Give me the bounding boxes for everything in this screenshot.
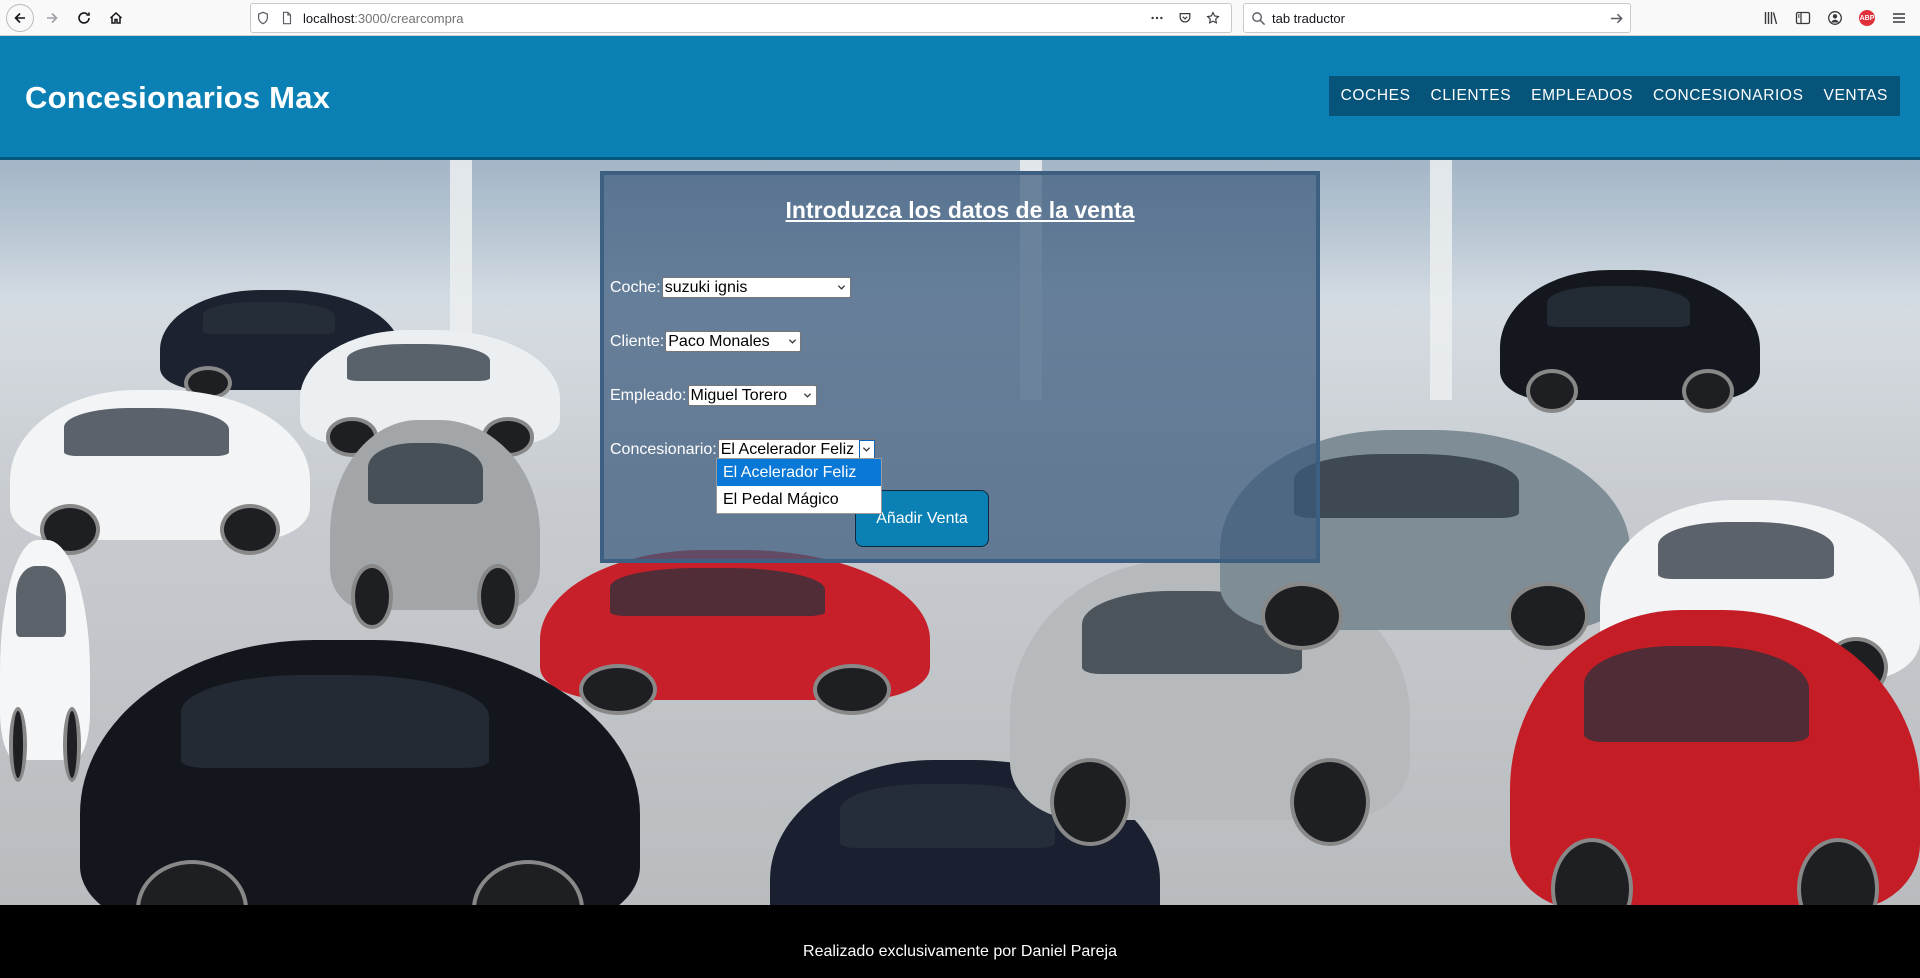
search-input[interactable]: tab traductor: [1272, 11, 1602, 26]
coche-row: Coche: suzuki ignis: [610, 277, 851, 298]
search-icon: [1244, 4, 1272, 32]
chevron-down-icon: [784, 332, 800, 351]
reload-button[interactable]: [70, 4, 98, 32]
footer-text: Realizado exclusivamente por Daniel Pare…: [803, 943, 1117, 960]
concesionario-select-value: El Acelerador Feliz: [720, 440, 855, 458]
form-title: Introduzca los datos de la venta: [785, 197, 1135, 223]
nav-item-ventas[interactable]: VENTAS: [1814, 76, 1898, 116]
url-bar[interactable]: localhost:3000/crearcompra: [250, 3, 1232, 33]
empleado-label: Empleado:: [610, 386, 687, 404]
coche-label: Coche:: [610, 278, 661, 296]
page-icon: [275, 6, 299, 30]
search-go-icon[interactable]: [1602, 4, 1630, 32]
arrow-left-icon: [14, 12, 25, 24]
reload-icon: [78, 12, 90, 24]
url-text[interactable]: localhost:3000/crearcompra: [303, 11, 1145, 26]
adblock-plus-icon[interactable]: ABP: [1854, 5, 1880, 31]
cliente-label: Cliente:: [610, 332, 665, 350]
chevron-down-icon: [800, 386, 816, 405]
site-title[interactable]: Concesionarios Max: [25, 80, 330, 116]
menu-icon[interactable]: [1886, 5, 1912, 31]
site-footer: Realizado exclusivamente por Daniel Pare…: [0, 905, 1920, 978]
home-button[interactable]: [102, 4, 130, 32]
cliente-row: Cliente: Paco Monales: [610, 331, 802, 352]
url-path: :3000/crearcompra: [354, 10, 464, 26]
concesionario-select[interactable]: El Acelerador Feliz: [717, 439, 876, 460]
concesionario-dropdown-list: El Acelerador Feliz El Pedal Mágico: [716, 458, 882, 514]
empleado-select[interactable]: Miguel Torero: [687, 385, 817, 406]
library-icon[interactable]: [1758, 5, 1784, 31]
nav-item-clientes[interactable]: CLIENTES: [1421, 76, 1522, 116]
pocket-icon[interactable]: [1173, 6, 1197, 30]
concesionario-label: Concesionario:: [610, 440, 717, 458]
nav-item-empleados[interactable]: EMPLEADOS: [1521, 76, 1643, 116]
empleado-select-value: Miguel Torero: [690, 386, 788, 404]
site-header: Concesionarios Max COCHES CLIENTES EMPLE…: [0, 36, 1920, 160]
back-button[interactable]: [6, 4, 34, 32]
coche-select-value: suzuki ignis: [664, 278, 748, 296]
account-icon[interactable]: [1822, 5, 1848, 31]
nav-item-coches[interactable]: COCHES: [1331, 76, 1421, 116]
chevron-down-icon: [834, 278, 850, 297]
coche-select[interactable]: suzuki ignis: [661, 277, 851, 298]
dropdown-option[interactable]: El Pedal Mágico: [717, 486, 881, 513]
adblock-badge: ABP: [1859, 10, 1875, 26]
cliente-select-value: Paco Monales: [668, 332, 770, 350]
more-actions-icon[interactable]: [1145, 6, 1169, 30]
sidebar-icon[interactable]: [1790, 5, 1816, 31]
dropdown-option[interactable]: El Acelerador Feliz: [717, 459, 881, 486]
search-bar[interactable]: tab traductor: [1243, 3, 1631, 33]
shield-icon[interactable]: [251, 6, 275, 30]
empleado-row: Empleado: Miguel Torero: [610, 385, 817, 406]
browser-toolbar: localhost:3000/crearcompra tab traductor: [0, 0, 1920, 36]
arrow-right-icon: [47, 12, 58, 24]
concesionario-row: Concesionario: El Acelerador Feliz: [610, 439, 876, 460]
nav-item-concesionarios[interactable]: CONCESIONARIOS: [1643, 76, 1814, 116]
chevron-down-icon: [858, 440, 875, 459]
main-nav: COCHES CLIENTES EMPLEADOS CONCESIONARIOS…: [1328, 76, 1900, 116]
bookmark-star-icon[interactable]: [1201, 6, 1225, 30]
forward-button[interactable]: [38, 4, 66, 32]
home-icon: [109, 11, 123, 24]
url-host: localhost: [303, 10, 355, 26]
cliente-select[interactable]: Paco Monales: [665, 331, 802, 352]
